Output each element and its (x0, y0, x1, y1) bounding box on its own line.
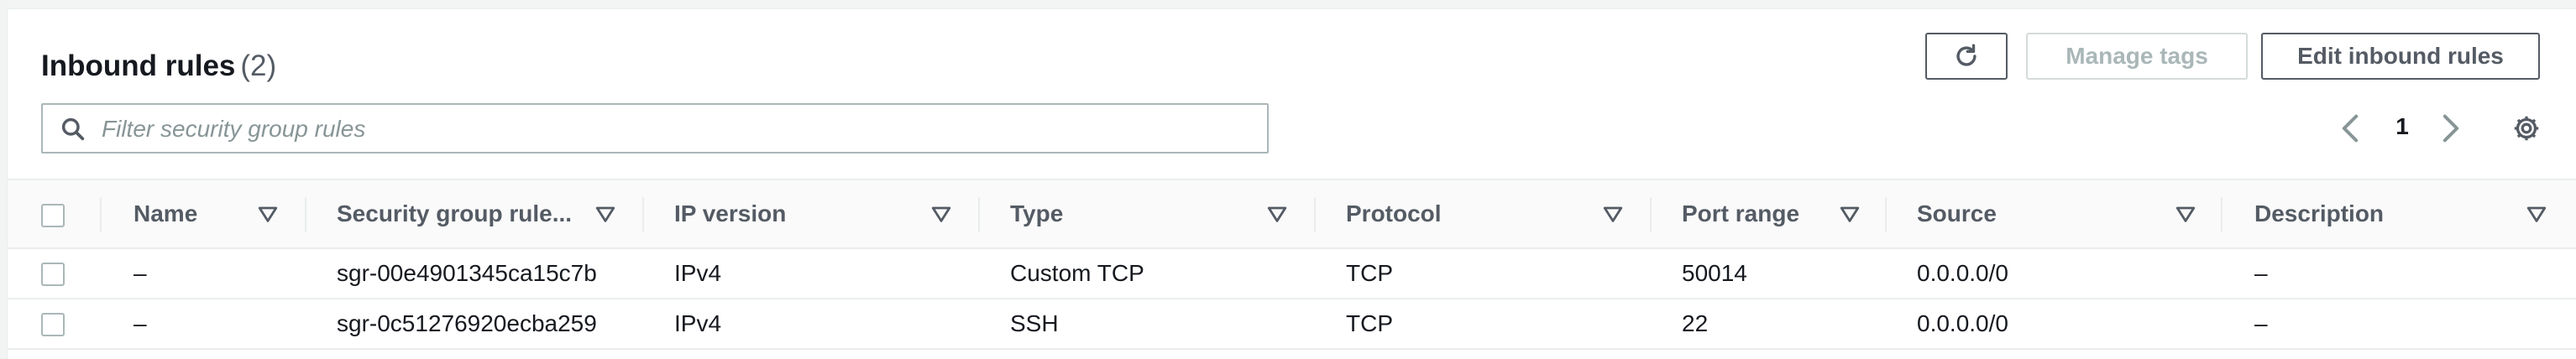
column-divider (978, 197, 980, 232)
rule-count: (2) (240, 49, 277, 82)
filter-box[interactable] (41, 103, 1269, 153)
cell-port-range: 50014 (1682, 260, 1747, 286)
column-header-rule-id[interactable]: Security group rule... (337, 180, 572, 247)
current-page-number[interactable]: 1 (2384, 113, 2421, 140)
cell-protocol: TCP (1346, 260, 1393, 286)
column-header-description[interactable]: Description (2254, 180, 2384, 247)
cell-ip-version: IPv4 (674, 260, 722, 286)
cell-protocol: TCP (1346, 310, 1393, 336)
cell-source: 0.0.0.0/0 (1917, 310, 2008, 336)
cell-rule-id: sgr-00e4901345ca15c7b (337, 260, 597, 286)
page-title: Inbound rules (2) (41, 49, 276, 83)
inbound-rules-table: Name Security group rule... IP version T… (8, 179, 2576, 350)
column-header-name[interactable]: Name (134, 180, 197, 247)
column-header-type[interactable]: Type (1010, 180, 1063, 247)
sort-caret-icon[interactable] (1265, 202, 1289, 226)
refresh-button[interactable] (1925, 33, 2008, 80)
cell-name: – (134, 260, 147, 286)
preferences-button[interactable] (2508, 110, 2545, 147)
table-row[interactable]: – sgr-0c51276920ecba259 IPv4 SSH TCP 22 … (8, 299, 2576, 350)
column-divider (305, 197, 306, 232)
column-header-protocol[interactable]: Protocol (1346, 180, 1442, 247)
cell-ip-version: IPv4 (674, 310, 722, 336)
chevron-left-icon (2342, 114, 2359, 143)
sort-caret-icon[interactable] (256, 202, 280, 226)
search-icon (61, 117, 85, 141)
title-text: Inbound rules (41, 49, 236, 82)
chevron-right-icon (2442, 114, 2459, 143)
column-divider (2221, 197, 2223, 232)
manage-tags-button[interactable]: Manage tags (2026, 33, 2248, 80)
cell-rule-id: sgr-0c51276920ecba259 (337, 310, 597, 336)
inbound-rules-panel: Inbound rules (2) Manage tags Edit inboun… (7, 8, 2576, 359)
refresh-icon (1956, 44, 1977, 66)
column-divider (1314, 197, 1316, 232)
table-header: Name Security group rule... IP version T… (8, 179, 2576, 249)
next-page-button[interactable] (2434, 110, 2468, 147)
sort-caret-icon[interactable] (2525, 202, 2548, 226)
edit-inbound-rules-button[interactable]: Edit inbound rules (2261, 33, 2540, 80)
sort-caret-icon[interactable] (1601, 202, 1625, 226)
sort-caret-icon[interactable] (929, 202, 953, 226)
column-header-port-range[interactable]: Port range (1682, 180, 1799, 247)
column-divider (1885, 197, 1887, 232)
sort-caret-icon[interactable] (2174, 202, 2197, 226)
cell-description: – (2254, 260, 2268, 286)
row-checkbox[interactable] (41, 263, 65, 286)
cell-description: – (2254, 310, 2268, 336)
column-header-ip-version[interactable]: IP version (674, 180, 786, 247)
cell-type: Custom TCP (1010, 260, 1144, 286)
filter-input[interactable] (100, 110, 1245, 148)
cell-source: 0.0.0.0/0 (1917, 260, 2008, 286)
column-divider (642, 197, 644, 232)
column-divider (100, 197, 102, 232)
select-all-checkbox[interactable] (41, 204, 65, 227)
sort-caret-icon[interactable] (1838, 202, 1861, 226)
previous-page-button[interactable] (2333, 110, 2367, 147)
sort-caret-icon[interactable] (594, 202, 617, 226)
column-header-source[interactable]: Source (1917, 180, 1997, 247)
table-row[interactable]: – sgr-00e4901345ca15c7b IPv4 Custom TCP … (8, 249, 2576, 299)
row-checkbox[interactable] (41, 313, 65, 336)
gear-icon (2514, 116, 2539, 141)
cell-name: – (134, 310, 147, 336)
column-divider (1650, 197, 1652, 232)
cell-port-range: 22 (1682, 310, 1709, 336)
cell-type: SSH (1010, 310, 1059, 336)
